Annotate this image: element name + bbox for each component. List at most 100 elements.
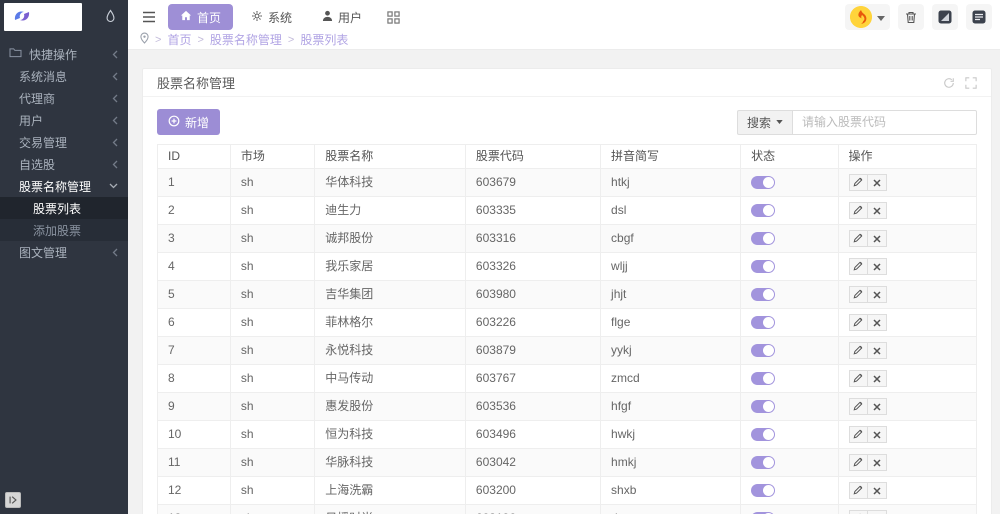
list-menu-icon-button[interactable] bbox=[966, 4, 992, 30]
cell-actions bbox=[838, 197, 976, 225]
cell-code: 603316 bbox=[465, 225, 600, 253]
add-button[interactable]: 新增 bbox=[157, 109, 220, 135]
status-toggle[interactable] bbox=[751, 400, 775, 413]
edit-button[interactable] bbox=[849, 370, 868, 387]
refresh-icon[interactable] bbox=[943, 77, 955, 89]
edit-button[interactable] bbox=[849, 230, 868, 247]
fullscreen-icon[interactable] bbox=[965, 77, 977, 89]
table-header-row: ID市场股票名称股票代码拼音简写状态操作 bbox=[158, 145, 977, 169]
delete-button[interactable] bbox=[868, 342, 887, 359]
app-logo[interactable] bbox=[4, 3, 82, 31]
cell-actions bbox=[838, 309, 976, 337]
delete-button[interactable] bbox=[868, 202, 887, 219]
cell-code: 603879 bbox=[465, 337, 600, 365]
delete-button[interactable] bbox=[868, 370, 887, 387]
topbar-tab-0[interactable]: 首页 bbox=[168, 4, 233, 30]
contrast-theme-icon-button[interactable] bbox=[932, 4, 958, 30]
cell-status bbox=[741, 421, 838, 449]
edit-button[interactable] bbox=[849, 482, 868, 499]
status-toggle[interactable] bbox=[751, 260, 775, 273]
edit-button[interactable] bbox=[849, 510, 868, 514]
status-toggle[interactable] bbox=[751, 484, 775, 497]
sidebar-subitem-1[interactable]: 添加股票 bbox=[0, 219, 128, 241]
delete-button[interactable] bbox=[868, 230, 887, 247]
edit-button[interactable] bbox=[849, 174, 868, 191]
pencil-icon bbox=[853, 175, 863, 190]
delete-button[interactable] bbox=[868, 314, 887, 331]
search-type-dropdown[interactable]: 搜索 bbox=[737, 110, 792, 135]
cell-market: sh bbox=[230, 505, 314, 514]
sidebar-item-label: 图文管理 bbox=[19, 244, 67, 261]
search-group: 搜索 bbox=[737, 110, 977, 135]
sidebar-collapse-button[interactable] bbox=[5, 492, 21, 508]
edit-button[interactable] bbox=[849, 398, 868, 415]
grid-icon[interactable] bbox=[380, 4, 406, 30]
edit-button[interactable] bbox=[849, 314, 868, 331]
status-toggle[interactable] bbox=[751, 232, 775, 245]
status-toggle[interactable] bbox=[751, 316, 775, 329]
trash-icon-button[interactable] bbox=[898, 4, 924, 30]
cell-market: sh bbox=[230, 225, 314, 253]
topbar-tab-2[interactable]: 用户 bbox=[310, 4, 374, 30]
breadcrumb-link[interactable]: 股票名称管理 bbox=[210, 31, 282, 48]
edit-button[interactable] bbox=[849, 342, 868, 359]
cell-status bbox=[741, 477, 838, 505]
user-avatar-dropdown[interactable] bbox=[845, 4, 890, 30]
sidebar-header bbox=[0, 0, 128, 34]
sidebar-item-3[interactable]: 用户 bbox=[0, 109, 128, 131]
edit-button[interactable] bbox=[849, 202, 868, 219]
cell-pinyin: htkj bbox=[601, 169, 741, 197]
hamburger-menu-icon[interactable] bbox=[136, 4, 162, 30]
sidebar-item-0[interactable]: 快捷操作 bbox=[0, 43, 128, 65]
status-toggle[interactable] bbox=[751, 344, 775, 357]
sidebar-item-label: 自选股 bbox=[19, 156, 55, 173]
delete-button[interactable] bbox=[868, 258, 887, 275]
sidebar-item-4[interactable]: 交易管理 bbox=[0, 131, 128, 153]
sidebar-item-label: 系统消息 bbox=[19, 68, 67, 85]
sidebar-item-1[interactable]: 系统消息 bbox=[0, 65, 128, 87]
cell-name: 上海洗霸 bbox=[315, 477, 466, 505]
cell-name: 华脉科技 bbox=[315, 449, 466, 477]
edit-button[interactable] bbox=[849, 426, 868, 443]
delete-button[interactable] bbox=[868, 426, 887, 443]
chevron-left-icon bbox=[112, 50, 118, 59]
breadcrumb-link[interactable]: 股票列表 bbox=[300, 31, 348, 48]
sidebar-subitem-0[interactable]: 股票列表 bbox=[0, 197, 128, 219]
delete-button[interactable] bbox=[868, 454, 887, 471]
delete-button[interactable] bbox=[868, 398, 887, 415]
breadcrumb-separator: > bbox=[197, 34, 203, 46]
sidebar-item-5[interactable]: 自选股 bbox=[0, 153, 128, 175]
delete-button[interactable] bbox=[868, 174, 887, 191]
cell-actions bbox=[838, 449, 976, 477]
sidebar-item-6[interactable]: 股票名称管理 bbox=[0, 175, 128, 197]
sidebar-item-label: 交易管理 bbox=[19, 134, 67, 151]
topbar-tab-1[interactable]: 系统 bbox=[239, 4, 304, 30]
status-toggle[interactable] bbox=[751, 456, 775, 469]
cell-market: sh bbox=[230, 281, 314, 309]
cell-pinyin: hwkj bbox=[601, 421, 741, 449]
topbar-tab-label: 用户 bbox=[338, 9, 362, 26]
cell-code: 603496 bbox=[465, 421, 600, 449]
status-toggle[interactable] bbox=[751, 204, 775, 217]
status-toggle[interactable] bbox=[751, 372, 775, 385]
edit-button[interactable] bbox=[849, 286, 868, 303]
edit-button[interactable] bbox=[849, 454, 868, 471]
cell-name: 华体科技 bbox=[315, 169, 466, 197]
cell-name: 日播时尚 bbox=[315, 505, 466, 514]
delete-button[interactable] bbox=[868, 286, 887, 303]
cell-market: sh bbox=[230, 253, 314, 281]
cell-code: 603679 bbox=[465, 169, 600, 197]
sidebar-item-7[interactable]: 图文管理 bbox=[0, 241, 128, 263]
delete-button[interactable] bbox=[868, 510, 887, 514]
status-toggle[interactable] bbox=[751, 176, 775, 189]
search-input[interactable] bbox=[792, 110, 977, 135]
droplet-icon[interactable] bbox=[105, 9, 116, 26]
search-dropdown-label: 搜索 bbox=[747, 114, 771, 131]
status-toggle[interactable] bbox=[751, 428, 775, 441]
delete-button[interactable] bbox=[868, 482, 887, 499]
sidebar-item-2[interactable]: 代理商 bbox=[0, 87, 128, 109]
edit-button[interactable] bbox=[849, 258, 868, 275]
status-toggle[interactable] bbox=[751, 288, 775, 301]
breadcrumb-link[interactable]: 首页 bbox=[167, 31, 191, 48]
cell-name: 菲林格尔 bbox=[315, 309, 466, 337]
